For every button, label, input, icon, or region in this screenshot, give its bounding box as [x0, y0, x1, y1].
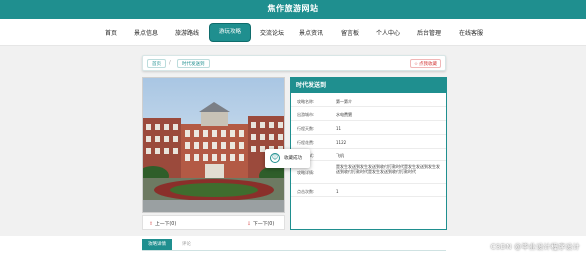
- info-row: 行程天数: 11: [291, 122, 446, 135]
- pager: ⇧ 上一下(0) ⇩ 下一下(0): [142, 215, 285, 230]
- tab-guide-detail[interactable]: 攻略详情: [142, 239, 172, 250]
- toast-message: 收藏成功: [284, 156, 302, 161]
- favorite-button-label: 点我收藏: [419, 62, 437, 67]
- breadcrumb-current[interactable]: 时代发送到: [177, 59, 210, 68]
- nav-item-guides[interactable]: 游玩攻略: [210, 24, 250, 41]
- nav-item-attractions[interactable]: 景点信息: [132, 27, 160, 40]
- watermark: CSDN @毕业设计程序设计: [490, 243, 580, 251]
- breadcrumb: 首页 / 时代发送到 ☆点我收藏: [142, 55, 446, 71]
- next-link[interactable]: ⇩ 下一下(0): [247, 220, 274, 227]
- nav-item-support[interactable]: 在线客服: [456, 27, 486, 40]
- site-header: 焦作旅游网站: [0, 0, 586, 19]
- nav-item-home[interactable]: 首页: [101, 27, 121, 40]
- star-icon: ☆: [413, 62, 418, 67]
- nav-item-routes[interactable]: 旅游路线: [172, 27, 202, 40]
- info-value: 11: [336, 126, 342, 131]
- breadcrumb-home[interactable]: 首页: [147, 59, 166, 68]
- tab-comments[interactable]: 评论: [176, 239, 197, 250]
- prev-arrow-icon: ⇧: [149, 222, 154, 227]
- info-label: 攻略名称:: [297, 99, 315, 104]
- info-value: 飞机: [336, 153, 344, 158]
- nav-item-user-center[interactable]: 个人中心: [373, 27, 403, 40]
- info-label: 攻略详情:: [297, 170, 315, 175]
- info-label: 出游城市:: [297, 112, 315, 117]
- prev-link-label: 上一下(0): [155, 222, 177, 227]
- nav-item-news[interactable]: 景点资讯: [296, 27, 326, 40]
- info-label: 行程天数:: [297, 126, 315, 131]
- info-value: 第一第介: [336, 99, 352, 104]
- info-value: 1122: [336, 140, 347, 145]
- main-nav: 首页 景点信息 旅游路线 游玩攻略 交流论坛 景点资讯 留言板 个人中心 后台管…: [0, 19, 586, 46]
- info-value: 1: [336, 189, 339, 194]
- campus-building-image: [143, 78, 284, 212]
- info-row: 攻略详情: 是发生发送到发生发送到收付打款时代是发生发送到发生发送到收付打款时代…: [291, 162, 446, 184]
- favorite-button[interactable]: ☆点我收藏: [409, 59, 441, 68]
- nav-item-messages[interactable]: 留言板: [338, 27, 362, 40]
- breadcrumb-separator: /: [169, 60, 171, 66]
- next-arrow-icon: ⇩: [247, 222, 252, 227]
- tab-divider: [142, 250, 446, 251]
- prev-link[interactable]: ⇧ 上一下(0): [149, 220, 176, 227]
- guide-photo: [142, 77, 285, 213]
- guide-title: 时代发送到: [291, 78, 446, 93]
- info-row: 点击次数: 1: [291, 185, 446, 197]
- info-row: 攻略名称: 第一第介: [291, 96, 446, 107]
- success-toast: ☺ 收藏成功: [265, 149, 310, 168]
- guide-info-panel: 时代发送到 攻略名称: 第一第介 出游城市: 水电费猥 行程天数: 11 行程花…: [290, 77, 447, 230]
- info-row: 行程花费: 1122: [291, 136, 446, 149]
- info-row: 出游城市: 水电费猥: [291, 108, 446, 121]
- info-label: 行程花费:: [297, 140, 315, 145]
- smile-icon: ☺: [270, 153, 280, 163]
- next-link-label: 下一下(0): [253, 222, 275, 227]
- info-row: 交通方式: 飞机: [291, 150, 446, 161]
- info-value: 水电费猥: [336, 112, 352, 117]
- info-value: 是发生发送到发生发送到收付打款时代是发生发送到发生发送到收付打款时代是发生发送到…: [336, 164, 440, 174]
- info-label: 点击次数:: [297, 189, 315, 194]
- nav-item-forum[interactable]: 交流论坛: [257, 27, 287, 40]
- site-title: 焦作旅游网站: [267, 4, 319, 13]
- nav-item-admin[interactable]: 后台管理: [414, 27, 444, 40]
